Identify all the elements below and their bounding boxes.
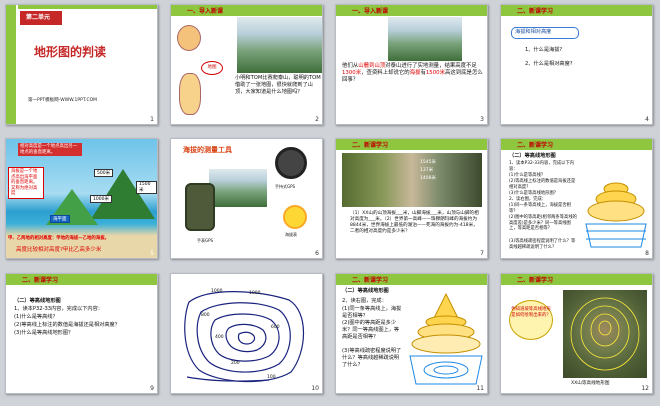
slide-body-text: 他们从山麓到山顶对泰山进行了实地测量，结果高度不足1300米，查资料上却说它的海… (342, 63, 483, 83)
slide-number: 1 (150, 116, 154, 123)
contour-label: 800 (201, 313, 210, 318)
contour-map (184, 291, 305, 383)
speech-bubble: 地图 (201, 61, 223, 75)
slide-number: 8 (645, 250, 649, 257)
cartoon-character (177, 25, 201, 51)
gps-device-image (185, 183, 215, 231)
photo-annotation: 1408米 (420, 176, 436, 181)
instruction-line: (1)同一条等高线上，海拔是否相等？ (509, 203, 571, 214)
slide-title: 地形图的判读 (34, 45, 107, 59)
section-title: （二）等高线地形图 (342, 288, 389, 294)
height-label-500: 500米 (94, 169, 114, 177)
instruction-line: (2)图中的等高距(相邻两条等高线的高度差)是多少米？同一等高线图上，等高距是否… (509, 215, 577, 231)
slide-header-bar: 二、新课学习 (6, 274, 157, 285)
contour-label: 1000 (211, 289, 223, 294)
contour-label: 100 (267, 375, 276, 380)
contour-label: 600 (271, 325, 280, 330)
section-title: （二）等高线地形图 (509, 153, 556, 159)
photo-annotation: 137米 (420, 168, 434, 173)
slide-number: 5 (150, 250, 154, 257)
contour-label: 200 (231, 361, 240, 366)
instruction-line: (3)什么是等高线地形图？ (509, 191, 559, 196)
slide-body-text: 小明和TOM比赛爬泰山，聪明的TOM借助了一张地图，很快就爬到了山顶，大家知道是… (235, 75, 321, 95)
question-note: 高度比较相对高度?甲比乙高多少米 (16, 247, 102, 253)
slide-7[interactable]: 二、新课学习 1545米 137米 1408米 （1）XX山的山顶海拔___米，… (335, 138, 488, 259)
cartoon-character (179, 73, 201, 115)
slide-body-text: （1）XX山的山顶海拔___米，山脚海拔___米，山顶与山脚的相对高度为___米… (350, 211, 479, 234)
instruction-line: (3)等高线疏密程度说明了什么？等高线越稀疏说明了什么？ (509, 239, 576, 250)
altimeter-image (283, 205, 307, 229)
height-label-1500: 1500米 (136, 181, 157, 194)
slide-11[interactable]: 二、新课学习 （二）等高线地形图 2、读右图，完成： (1)同一条等高线上，海拔… (335, 273, 488, 394)
tool-label: 海拔表 (285, 232, 297, 237)
instruction-line: 2、读右图，完成： (342, 298, 387, 304)
tool-label: 手持式GPS (275, 184, 296, 189)
slide-number: 10 (311, 385, 319, 392)
slide-number: 4 (645, 116, 649, 123)
slide-8[interactable]: 二、新课学习 （二）等高线地形图 1、读本P32-33内容，完成以下内容： (1… (500, 138, 653, 259)
slide-4[interactable]: 二、新课学习 海拔和相对高度 1、什么是海拔? 2、什么是相对高度? 4 (500, 4, 653, 125)
slide-number: 11 (476, 385, 484, 392)
watch-image (275, 147, 307, 179)
slide-number: 9 (150, 385, 154, 392)
slide-6[interactable]: 海拔的测量工具 手表GPS 手持式GPS 海拔表 6 (170, 138, 323, 259)
question-2: 2、什么是相对高度? (525, 61, 573, 67)
slide-header-bar: 一、导入新课 (171, 5, 322, 16)
contour-3d-diagram (585, 182, 647, 248)
instruction-line: 2、读右图，完成： (509, 197, 547, 202)
question-bubble: 你知道坡等高线地形是如何绘制出来的？ (509, 300, 553, 340)
slide-12[interactable]: 二、新课学习 你知道坡等高线地形是如何绘制出来的？ XX山等高线地形图 12 (500, 273, 653, 394)
slide-header-bar: 二、新课学习 (501, 139, 652, 150)
instruction-line: (2)等高线上标注的数值是海拔还是相对高度？ (509, 179, 576, 190)
slide-3[interactable]: 一、导入新课 他们从山麓到山顶对泰山进行了实地测量，结果高度不足1300米，查资… (335, 4, 488, 125)
photo-annotation: 1545米 (420, 160, 436, 165)
instruction-line: (1)同一条等高线上，海拔是否相等？ (342, 306, 402, 319)
slide-1[interactable]: 第二单元 地形图的判读 第一PPT模板网-WWW.1PPT.COM 1 (5, 4, 158, 125)
contour-overlay (570, 297, 640, 371)
slide-9[interactable]: 二、新课学习 （二）等高线地形图 1、读本P32-33内容，完成以下内容： (1… (5, 273, 158, 394)
instruction-line: (3)什么是等高线地形图？ (14, 330, 74, 336)
slide-header-bar: 一、导入新课 (336, 5, 487, 16)
slide-5[interactable]: 相对高度是一个地点高出另一地点的垂直距离。 海拔是一个地点高出海平面的垂直距离。… (5, 138, 158, 259)
slide-header-bar: 二、新课学习 (336, 139, 487, 150)
slide-number: 2 (315, 116, 319, 123)
section-title: （二）等高线地形图 (14, 298, 61, 304)
instruction-line: (1)什么是等高线？ (14, 314, 58, 320)
mountain-photo (237, 17, 322, 73)
slide-header-bar: 二、新课学习 (336, 274, 487, 285)
unit-label: 第二单元 (26, 14, 51, 21)
instruction-line: 1、读本P32-33内容，完成以下内容： (14, 306, 103, 312)
slide-number: 12 (641, 385, 649, 392)
instruction-line: (1)什么是等高线？ (509, 173, 546, 178)
definition-relative-height: 相对高度是一个地点高出另一地点的垂直距离。 (18, 143, 82, 156)
contour-label: 400 (215, 335, 224, 340)
slide-10[interactable]: 1000 1000 800 600 400 200 100 10 (170, 273, 323, 394)
mountain-photo (209, 169, 267, 207)
students-photo (342, 153, 482, 207)
map-caption: XX山等高线地形图 (571, 381, 610, 386)
contour-label: 1000 (249, 291, 261, 296)
slide-2[interactable]: 一、导入新课 地图 小明和TOM比赛爬泰山，聪明的TOM借助了一张地图，很快就爬… (170, 4, 323, 125)
instruction-line: 1、读本P32-33内容，完成以下内容： (509, 161, 575, 172)
instruction-line: (2)图中的等高距是多少米？同一等高线图上，等高距是否相等？ (342, 320, 400, 340)
slide-number: 3 (480, 116, 484, 123)
slide-title: 海拔的测量工具 (183, 146, 232, 154)
definition-altitude: 海拔是一个地点高出海平面的垂直距离。又称为绝对高度 (8, 167, 44, 199)
height-label-1000: 1000米 (90, 195, 112, 203)
mountain-photo (388, 17, 462, 61)
slide-number: 7 (480, 250, 484, 257)
tool-label: 手表GPS (197, 238, 214, 243)
slide-header-bar: 二、新课学习 (501, 5, 652, 16)
formula-note: 甲、乙两地的相对高度：甲地的海拔—乙地的海拔。 (8, 236, 109, 241)
slide-header-bar: 二、新课学习 (501, 274, 652, 285)
slide-number: 6 (315, 250, 319, 257)
sea-level-label: 海平面 (50, 215, 70, 223)
instruction-line: (3)等高线疏密程度说明了什么？等高线越稀疏说明了什么？ (342, 348, 402, 368)
question-1: 1、什么是海拔? (525, 47, 563, 53)
topic-label: 海拔和相对高度 (515, 29, 552, 35)
instruction-line: (2)等高线上标注的数值是海拔还是相对高度？ (14, 322, 120, 328)
contour-3d-diagram (409, 292, 483, 385)
slide-subtitle: 第一PPT模板网-WWW.1PPT.COM (28, 98, 98, 103)
